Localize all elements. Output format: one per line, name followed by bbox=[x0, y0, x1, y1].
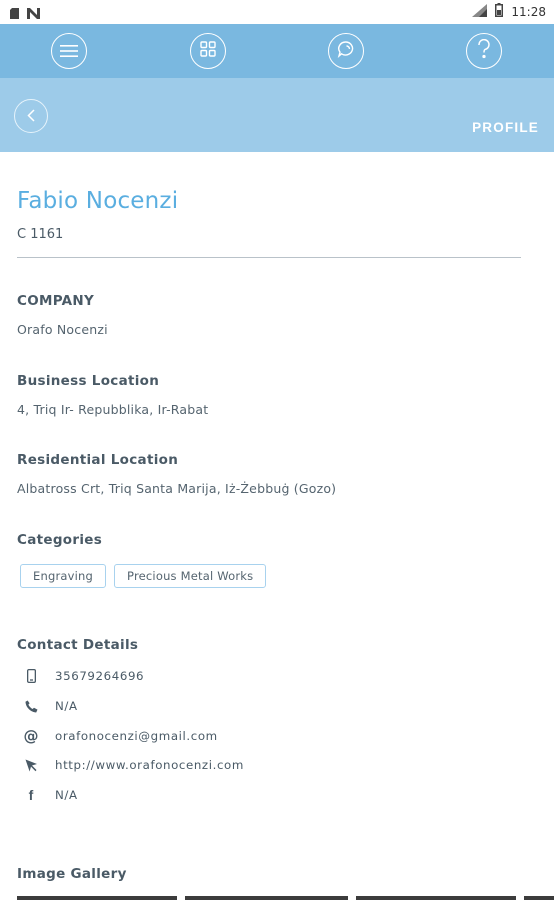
gallery-image[interactable] bbox=[184, 896, 349, 900]
category-chip[interactable]: Engraving bbox=[20, 564, 107, 588]
sim-card-icon bbox=[10, 4, 19, 23]
profile-code: C 1161 bbox=[17, 227, 64, 242]
company-value: Orafo Nocenzi bbox=[17, 322, 108, 337]
divider bbox=[17, 257, 521, 258]
categories-title: Categories bbox=[17, 532, 103, 548]
page-title: PROFILE bbox=[472, 120, 539, 135]
contact-value: N/A bbox=[55, 788, 78, 802]
notification-n-icon bbox=[27, 4, 40, 23]
gallery-image[interactable] bbox=[524, 896, 554, 900]
status-bar: 11:28 bbox=[0, 0, 554, 24]
top-nav-bar bbox=[0, 24, 554, 78]
signal-icon bbox=[472, 3, 488, 20]
category-chips: Engraving Precious Metal Works bbox=[20, 564, 267, 588]
cursor-pointer-icon bbox=[18, 759, 44, 772]
contact-value: http://www.orafonocenzi.com bbox=[55, 758, 244, 772]
business-location-value: 4, Triq Ir- Repubblika, Ir-Rabat bbox=[17, 402, 209, 417]
residential-location-title: Residential Location bbox=[17, 452, 179, 468]
profile-name: Fabio Nocenzi bbox=[17, 188, 179, 214]
contact-email[interactable]: @ orafonocenzi@gmail.com bbox=[17, 726, 218, 746]
chat-icon bbox=[337, 40, 355, 62]
menu-button[interactable] bbox=[51, 33, 87, 69]
phone-icon bbox=[18, 700, 44, 713]
business-location-title: Business Location bbox=[17, 373, 160, 389]
contact-value: 35679264696 bbox=[55, 669, 145, 683]
mobile-phone-icon bbox=[18, 669, 44, 683]
grid-button[interactable] bbox=[190, 33, 226, 69]
contact-value: N/A bbox=[55, 699, 78, 713]
contact-value: orafonocenzi@gmail.com bbox=[55, 729, 218, 743]
at-sign-icon: @ bbox=[23, 727, 39, 745]
image-gallery-title: Image Gallery bbox=[17, 866, 127, 882]
sub-header: PROFILE bbox=[0, 78, 554, 152]
gallery-image[interactable] bbox=[356, 896, 517, 900]
menu-icon bbox=[60, 42, 78, 61]
contact-website[interactable]: http://www.orafonocenzi.com bbox=[17, 755, 244, 775]
chat-button[interactable] bbox=[328, 33, 364, 69]
gallery-image[interactable] bbox=[17, 896, 177, 900]
clock-time: 11:28 bbox=[511, 4, 546, 19]
battery-icon bbox=[495, 3, 504, 20]
help-button[interactable] bbox=[466, 33, 502, 69]
company-title: COMPANY bbox=[17, 293, 95, 309]
chevron-left-icon bbox=[27, 107, 35, 126]
contact-mobile[interactable]: 35679264696 bbox=[17, 666, 144, 686]
residential-location-value: Albatross Crt, Triq Santa Marija, Iż-Żeb… bbox=[17, 481, 337, 496]
facebook-icon: f bbox=[28, 787, 34, 803]
grid-icon bbox=[200, 41, 216, 61]
help-icon bbox=[477, 38, 491, 63]
category-chip[interactable]: Precious Metal Works bbox=[114, 564, 267, 588]
image-gallery-strip bbox=[17, 896, 554, 900]
contact-phone[interactable]: N/A bbox=[17, 696, 78, 716]
contact-facebook[interactable]: f N/A bbox=[17, 785, 78, 805]
contact-details-title: Contact Details bbox=[17, 637, 139, 653]
back-button[interactable] bbox=[14, 99, 48, 133]
